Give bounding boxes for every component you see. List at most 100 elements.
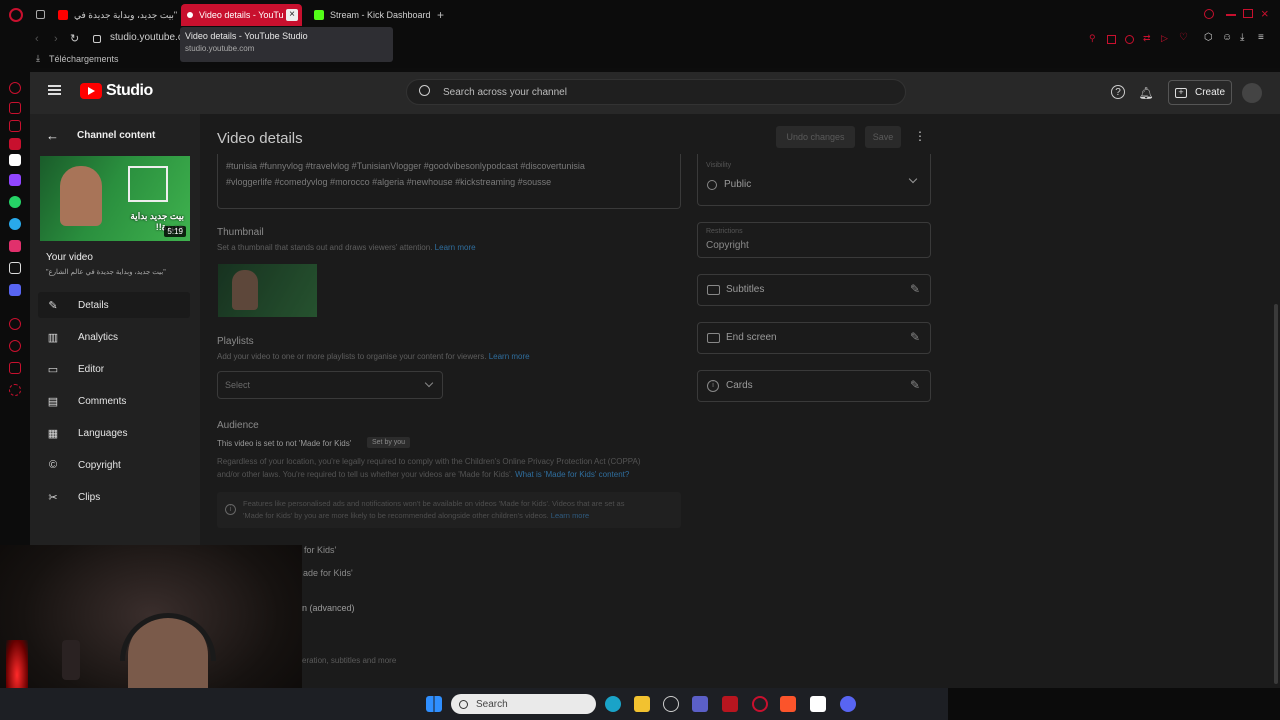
app-icon[interactable] [722,696,738,712]
thumbnail-learn-more-link[interactable]: Learn more [435,243,476,252]
playlists-learn-more-link[interactable]: Learn more [489,352,530,361]
sidebar-item-clips[interactable]: ✂ Clips [38,484,190,510]
windows-taskbar: Search [0,688,1280,720]
tab-youtube-video[interactable]: "بيت جديد، وبداية جديدة في [52,4,178,26]
url-field[interactable]: studio.youtube.c [110,32,183,43]
edit-pencil-icon[interactable]: ✎ [910,330,920,344]
tab-kick-dashboard[interactable]: Stream - Kick Dashboard [308,4,436,26]
forward-icon[interactable]: › [54,33,58,45]
sidebar-item-label: Analytics [78,331,119,343]
kick-sidebar-icon[interactable] [9,154,21,166]
minimize-icon[interactable] [1226,14,1236,16]
visibility-value: Public [724,179,752,190]
snapshot-icon[interactable] [1107,35,1116,44]
file-explorer-icon[interactable] [634,696,650,712]
new-tab-button[interactable]: + [437,8,444,22]
edit-pencil-icon[interactable]: ✎ [910,282,920,296]
opera-logo-icon[interactable] [9,8,23,22]
more-options-icon[interactable]: ⋮ [914,129,926,143]
instagram-icon[interactable] [9,240,21,252]
scrollbar[interactable] [1274,304,1278,684]
end-screen-row[interactable]: End screen ✎ [697,322,931,354]
visibility-select[interactable]: Visibility Public [697,154,931,206]
edge-icon[interactable] [605,696,621,712]
maximize-icon[interactable] [1243,9,1253,18]
back-icon[interactable]: ‹ [35,33,39,45]
capcut-icon[interactable] [810,696,826,712]
bulb-icon[interactable] [9,362,21,374]
adblock-icon[interactable] [1125,35,1134,44]
playlist-select[interactable]: Select [217,371,443,399]
made-for-kids-yes-option[interactable]: for Kids' [304,545,336,555]
player-icon[interactable] [9,318,21,330]
sidebar-item-details[interactable]: ✎ Details [38,292,190,318]
clock-icon[interactable] [9,340,21,352]
close-window-icon[interactable]: × [1261,6,1269,21]
messenger-icon[interactable] [9,120,21,132]
set-by-you-badge: Set by you [367,437,411,448]
profile-icon[interactable]: ☺ [1222,32,1232,43]
sidebar-item-copyright[interactable]: © Copyright [38,452,190,478]
steam-icon[interactable] [663,696,679,712]
whatsapp-icon[interactable] [9,196,21,208]
clips-icon: ✂ [48,491,58,504]
thumbnail-preview[interactable] [218,264,317,317]
copyright-icon: © [48,459,58,471]
reload-icon[interactable]: ↻ [70,32,79,45]
windows-start-icon[interactable] [426,696,442,712]
discord-taskbar-icon[interactable] [840,696,856,712]
extensions-icon[interactable]: ⬡ [1204,32,1213,43]
workspaces-icon[interactable] [36,10,45,19]
made-for-kids-no-option[interactable]: ade for Kids' [303,568,353,578]
aria-icon[interactable] [9,138,21,150]
heart-icon[interactable]: ♡ [1179,32,1188,43]
back-to-channel-content[interactable]: ← Channel content [46,128,155,143]
wallet-icon[interactable] [9,102,21,114]
age-restriction-toggle[interactable]: n (advanced) [302,603,355,613]
sidebar-item-languages[interactable]: ▦ Languages [38,420,190,446]
save-button[interactable]: Save [865,126,901,148]
made-for-kids-link[interactable]: What is 'Made for Kids' content? [515,470,629,479]
tab-title: Stream - Kick Dashboard [330,10,431,20]
subtitles-row[interactable]: Subtitles ✎ [697,274,931,306]
lock-icon [93,35,101,43]
discord-icon[interactable] [9,284,21,296]
video-thumbnail[interactable]: بيت جديد بداية جديدة!! 5:19 [40,156,190,241]
translate-icon[interactable]: ⇄ [1143,33,1151,44]
tab-video-details[interactable]: Video details - YouTu × [181,4,302,26]
history-icon[interactable] [9,82,21,94]
downloads-link[interactable]: Téléchargements [49,54,119,64]
brave-icon[interactable] [780,696,796,712]
menu-icon[interactable]: ≡ [1258,32,1264,43]
avatar[interactable] [1242,83,1262,103]
subtitles-label: Subtitles [726,284,765,295]
opera-taskbar-icon[interactable] [752,696,768,712]
sidebar-item-comments[interactable]: ▤ Comments [38,388,190,414]
create-button[interactable]: + Create [1168,80,1232,105]
edit-pencil-icon[interactable]: ✎ [910,378,920,392]
info-learn-more-link[interactable]: Learn more [551,511,589,520]
cards-row[interactable]: i Cards ✎ [697,370,931,402]
tags-line-2: #vloggerlife #comedyvlog #morocco #alger… [226,177,552,187]
tiktok-icon[interactable] [9,262,21,274]
thumbnail-heading: Thumbnail [217,227,264,238]
download-icon[interactable]: ⤓ [1240,32,1244,43]
telegram-icon[interactable] [9,218,21,230]
pin-icon[interactable]: ⚲ [1089,33,1096,44]
sidebar-item-analytics[interactable]: ▥ Analytics [38,324,190,350]
visibility-chevron-icon [908,174,918,184]
sidebar-item-editor[interactable]: ▭ Editor [38,356,190,382]
search-tabs-icon[interactable] [1204,9,1214,19]
play-icon[interactable]: ▷ [1161,33,1168,44]
twitch-icon[interactable] [9,174,21,186]
info-line-1: Features like personalised ads and notif… [243,499,625,508]
search-input[interactable]: Search across your channel [406,79,906,105]
notifications-icon[interactable]: 🔔︎ [1138,85,1154,101]
tab-close-icon[interactable]: × [286,9,298,21]
settings-icon[interactable] [9,384,21,396]
taskbar-search[interactable]: Search [451,694,596,714]
teams-icon[interactable] [692,696,708,712]
thumbnail-person [60,166,102,226]
help-icon[interactable]: ? [1111,85,1125,99]
undo-changes-button[interactable]: Undo changes [776,126,855,148]
